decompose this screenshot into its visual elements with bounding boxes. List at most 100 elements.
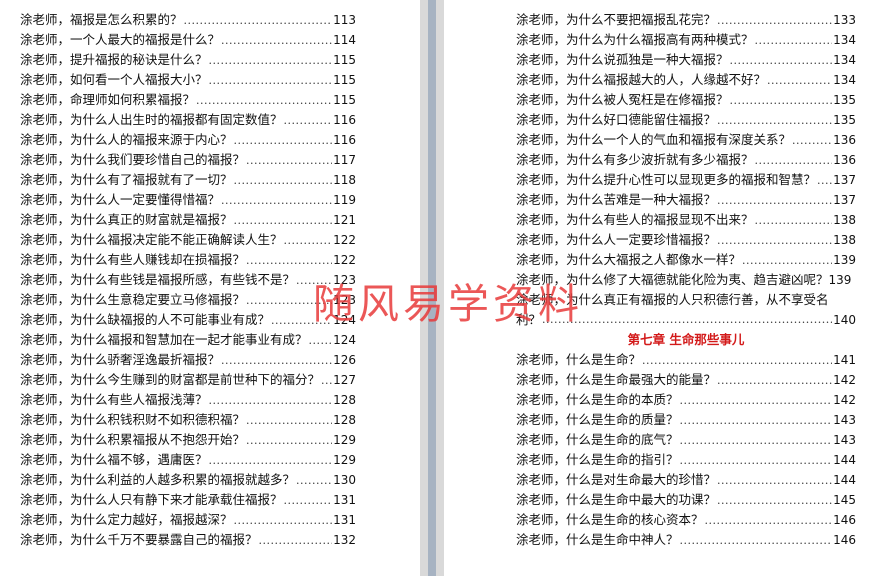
toc-entry[interactable]: 涂老师，为什么苦难是一种大福报？ 137 [516, 190, 856, 210]
toc-entry[interactable]: 涂老师，为什么有了福报就有了一切？ 118 [20, 170, 356, 190]
toc-leader-dots [755, 31, 833, 51]
toc-entry-page: 129 [333, 453, 356, 467]
toc-entry[interactable]: 涂老师，为什么不要把福报乱花完？ 133 [516, 10, 856, 30]
toc-entry-page: 135 [833, 93, 856, 107]
toc-entry[interactable]: 涂老师，为什么定力越好，福报越深？ 131 [20, 510, 356, 530]
toc-entry-page: 116 [333, 133, 356, 147]
toc-leader-dots [717, 371, 832, 391]
toc-entry[interactable]: 涂老师，福报是怎么积累的？ 113 [20, 10, 356, 30]
toc-leader-dots [234, 511, 333, 531]
toc-entry[interactable]: 涂老师，什么是生命中神人？ 146 [516, 530, 856, 550]
toc-leader-dots [184, 11, 333, 31]
toc-entry[interactable]: 涂老师，为什么人一定要懂得惜福？ 119 [20, 190, 356, 210]
toc-entry-text: 涂老师，如何看一个人福报大小？ [20, 72, 208, 87]
toc-entry[interactable]: 涂老师，为什么积累福报从不抱怨开始？ 129 [20, 430, 356, 450]
toc-entry[interactable]: 涂老师，什么是生命的指引？ 144 [516, 450, 856, 470]
toc-entry-page: 124 [333, 313, 356, 327]
toc-entry[interactable]: 涂老师，提升福报的秘诀是什么？ 115 [20, 50, 356, 70]
toc-entry[interactable]: 涂老师，什么是生命中最大的功课？ 145 [516, 490, 856, 510]
toc-entry[interactable]: 涂老师，为什么为什么福报高有两种模式？ 134 [516, 30, 856, 50]
toc-entry-page: 144 [833, 453, 856, 467]
toc-entry-text: 涂老师，为什么好口德能留住福报？ [516, 112, 717, 127]
toc-entry[interactable]: 涂老师，为什么人只有静下来才能承载住福报？ 131 [20, 490, 356, 510]
toc-entry-text: 涂老师，什么是对生命最大的珍惜？ [516, 472, 717, 487]
toc-entry[interactable]: 涂老师，为什么真正的财富就是福报？ 121 [20, 210, 356, 230]
toc-entry-page: 134 [833, 73, 856, 87]
toc-entry[interactable]: 涂老师，为什么有些人福报浅薄？ 128 [20, 390, 356, 410]
toc-entry[interactable]: 涂老师，为什么人出生时的福报都有固定数值？ 116 [20, 110, 356, 130]
toc-entry[interactable]: 涂老师，为什么被人冤枉是在修福报？ 135 [516, 90, 856, 110]
toc-entry[interactable]: 涂老师，为什么人的福报来源于内心？ 116 [20, 130, 356, 150]
toc-entry[interactable]: 涂老师，为什么生意稳定要立马修福报？ 123 [20, 290, 356, 310]
scrollbar-track[interactable] [428, 0, 436, 576]
toc-entry[interactable]: 涂老师，命理师如何积累福报？ 115 [20, 90, 356, 110]
toc-entry[interactable]: 涂老师，为什么人一定要珍惜福报？ 138 [516, 230, 856, 250]
toc-entry[interactable]: 涂老师，一个人最大的福报是什么？ 114 [20, 30, 356, 50]
toc-entry[interactable]: 涂老师，为什么今生赚到的财富都是前世种下的福分？ 127 [20, 370, 356, 390]
toc-entry[interactable]: 涂老师，为什么福报决定能不能正确解读人生？ 122 [20, 230, 356, 250]
toc-leader-dots [542, 310, 832, 330]
toc-leader-dots [680, 431, 833, 451]
toc-entry[interactable]: 涂老师，为什么福不够，遇庸医？ 129 [20, 450, 356, 470]
toc-entry[interactable]: 涂老师，什么是对生命最大的珍惜？ 144 [516, 470, 856, 490]
toc-entry[interactable]: 涂老师，为什么利益的人越多积累的福报就越多？ 130 [20, 470, 356, 490]
toc-entry-page: 131 [333, 513, 356, 527]
toc-leader-dots [296, 471, 332, 491]
toc-entry-text: 涂老师，为什么有了福报就有了一切？ [20, 172, 233, 187]
toc-entry[interactable]: 涂老师，为什么有些人赚钱却在损福报？ 122 [20, 250, 356, 270]
toc-entry[interactable]: 涂老师，为什么缺福报的人不可能事业有成？ 124 [20, 310, 356, 330]
toc-leader-dots [755, 211, 833, 231]
toc-leader-dots [321, 371, 332, 391]
toc-entry-page: 138 [833, 233, 856, 247]
toc-entry[interactable]: 涂老师，什么是生命的本质？ 142 [516, 390, 856, 410]
toc-entry[interactable]: 涂老师，什么是生命的质量？ 143 [516, 410, 856, 430]
toc-entry-text: 涂老师，为什么人的福报来源于内心？ [20, 132, 233, 147]
toc-leader-dots [717, 231, 832, 251]
toc-entry-text: 涂老师，为什么缺福报的人不可能事业有成？ [20, 312, 271, 327]
toc-entry-page: 122 [333, 233, 356, 247]
chapter-heading[interactable]: 第七章 生命那些事儿 [516, 330, 856, 350]
toc-leader-dots [284, 491, 333, 511]
toc-entry[interactable]: 涂老师，什么是生命最强大的能量？ 142 [516, 370, 856, 390]
toc-entry-page: 144 [833, 473, 856, 487]
toc-entry[interactable]: 涂老师，什么是生命？ 141 [516, 350, 856, 370]
toc-leader-dots [680, 391, 833, 411]
toc-entry-page: 138 [833, 213, 856, 227]
toc-entry[interactable]: 涂老师，为什么福报和智慧加在一起才能事业有成？ 124 [20, 330, 356, 350]
toc-entry-text: 涂老师，为什么积累福报从不抱怨开始？ [20, 432, 246, 447]
toc-entry-page: 119 [333, 193, 356, 207]
toc-entry[interactable]: 涂老师，为什么大福报之人都像水一样？ 139 [516, 250, 856, 270]
toc-entry[interactable]: 涂老师，为什么福报越大的人，人缘越不好？ 134 [516, 70, 856, 90]
toc-entry[interactable]: 涂老师，什么是生命的底气？ 143 [516, 430, 856, 450]
toc-entry[interactable]: 涂老师，为什么千万不要暴露自己的福报？ 132 [20, 530, 356, 550]
toc-entry-text: 涂老师，为什么生意稳定要立马修福报？ [20, 292, 246, 307]
toc-entry[interactable]: 涂老师，为什么有些人的福报显现不出来？ 138 [516, 210, 856, 230]
toc-entry[interactable]: 涂老师，为什么有多少波折就有多少福报？ 136 [516, 150, 856, 170]
toc-entry[interactable]: 涂老师，为什么修了大福德就能化险为夷、趋吉避凶呢？ 139 [516, 270, 862, 290]
toc-entry[interactable]: 涂老师，为什么提升心性可以显现更多的福报和智慧？ 137 [516, 170, 856, 190]
toc-entry-page: 113 [333, 13, 356, 27]
toc-entry[interactable]: 涂老师，为什么好口德能留住福报？ 135 [516, 110, 856, 130]
toc-entry[interactable]: 涂老师，为什么说孤独是一种大福报？ 134 [516, 50, 856, 70]
toc-entry-text: 涂老师，为什么有些人赚钱却在损福报？ [20, 252, 246, 267]
toc-entry[interactable]: 涂老师，为什么骄奢淫逸最折福报？ 126 [20, 350, 356, 370]
toc-entry-text: 涂老师，为什么说孤独是一种大福报？ [516, 52, 729, 67]
toc-leader-dots [680, 451, 833, 471]
toc-entry[interactable]: 涂老师，为什么我们要珍惜自己的福报？ 117 [20, 150, 356, 170]
toc-entry-page: 131 [333, 493, 356, 507]
toc-entry[interactable]: 涂老师，为什么积钱积财不如积德积福？ 128 [20, 410, 356, 430]
toc-entry-text: 涂老师，为什么积钱积财不如积德积福？ [20, 412, 246, 427]
toc-entry[interactable]: 涂老师，如何看一个人福报大小？ 115 [20, 70, 356, 90]
toc-entry-text: 涂老师，为什么人出生时的福报都有固定数值？ [20, 112, 283, 127]
toc-leader-dots [309, 331, 333, 351]
toc-entry[interactable]: 涂老师，为什么有些钱是福报所感，有些钱不是？ 123 [20, 270, 356, 290]
toc-entry-text: 涂老师，为什么福报越大的人，人缘越不好？ [516, 72, 767, 87]
toc-entry-text: 涂老师，为什么定力越好，福报越深？ [20, 512, 233, 527]
toc-entry-wrapped[interactable]: 涂老师，为什么真正有福报的人只积德行善，从不享受名 利？ 140 [516, 290, 856, 330]
toc-leader-dots [234, 211, 333, 231]
toc-leader-dots [717, 471, 832, 491]
toc-entry-text: 涂老师，为什么有多少波折就有多少福报？ [516, 152, 754, 167]
toc-entry-page: 128 [333, 413, 356, 427]
toc-entry[interactable]: 涂老师，什么是生命的核心资本？ 146 [516, 510, 856, 530]
toc-entry[interactable]: 涂老师，为什么一个人的气血和福报有深度关系？ 136 [516, 130, 856, 150]
